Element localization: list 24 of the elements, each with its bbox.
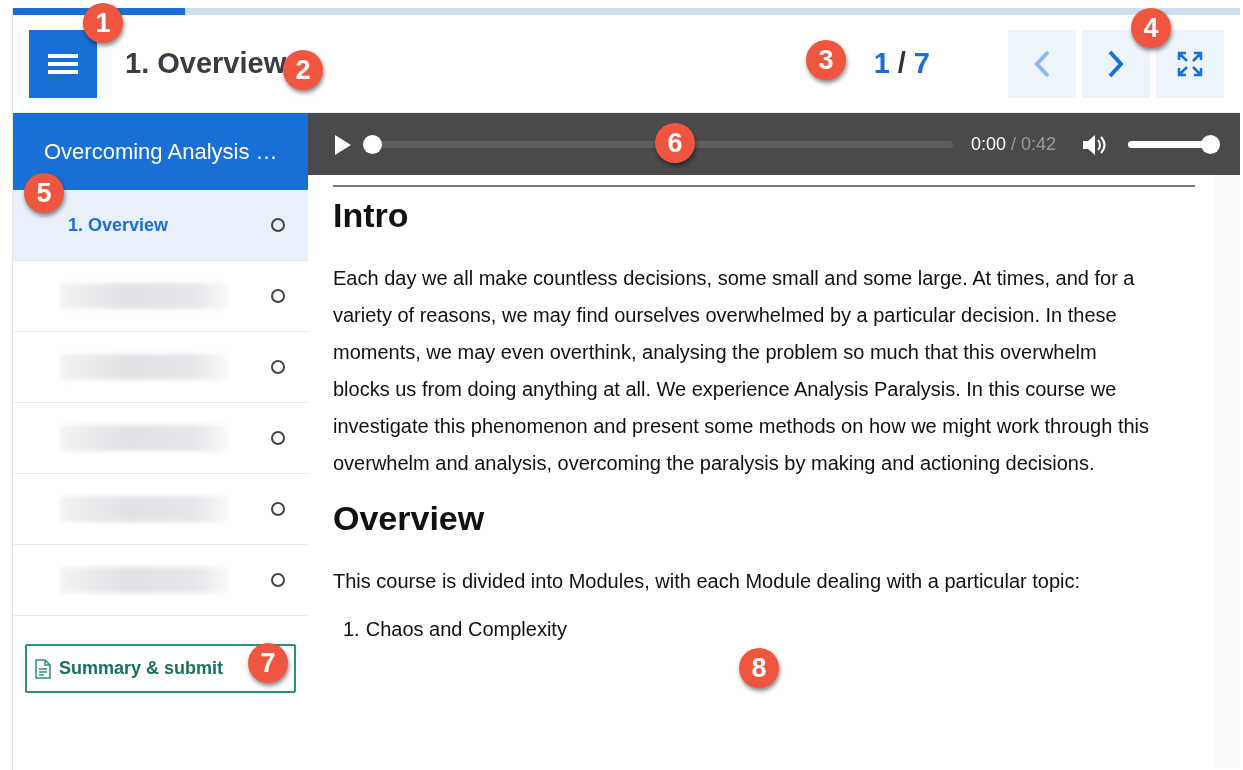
lesson-title: 1. Overview [68, 213, 169, 237]
callout-badge: 1 [83, 3, 123, 43]
current-time: 0:00 [970, 132, 1006, 156]
current-page: 1 [873, 46, 890, 79]
paragraph: This course is divided into Modules, with each Module dealing with a particular topic: [333, 568, 1082, 594]
page-separator: / [897, 46, 906, 79]
section-heading: Intro [333, 195, 410, 236]
paragraph: Each day we all make countless decisions, some small and some large. At times, and for a variety of reasons, we may find ourselves overwhelmed by a particular decision. In these moments, we may even overthink, analysing the problem so much that this overwhelm blocks us from doing anything at all. We experience Analysis Paralysis. In this course we investigate this phenomenon and present some methods on how we might work through this overwhelm and analysis, overcoming the paralysis by making and actioning decisions. [333, 265, 1151, 476]
menu-icon [48, 52, 78, 75]
list-item: Chaos and Complexity [365, 616, 567, 642]
volume-handle[interactable] [1200, 134, 1220, 154]
section-heading: Overview [333, 497, 486, 539]
chevron-left-icon [1033, 49, 1051, 78]
play-button[interactable] [334, 132, 352, 156]
callout-badge: 3 [806, 40, 846, 80]
document-icon [35, 658, 51, 679]
volume-icon[interactable] [1082, 132, 1108, 156]
total-pages: 7 [913, 46, 930, 79]
duration: / 0:42 [1010, 132, 1056, 156]
list-marker: 1. [343, 616, 360, 642]
fullscreen-icon [1177, 50, 1203, 77]
seek-handle[interactable] [362, 134, 382, 154]
chevron-right-icon [1107, 49, 1125, 78]
menu-button[interactable] [29, 29, 97, 98]
